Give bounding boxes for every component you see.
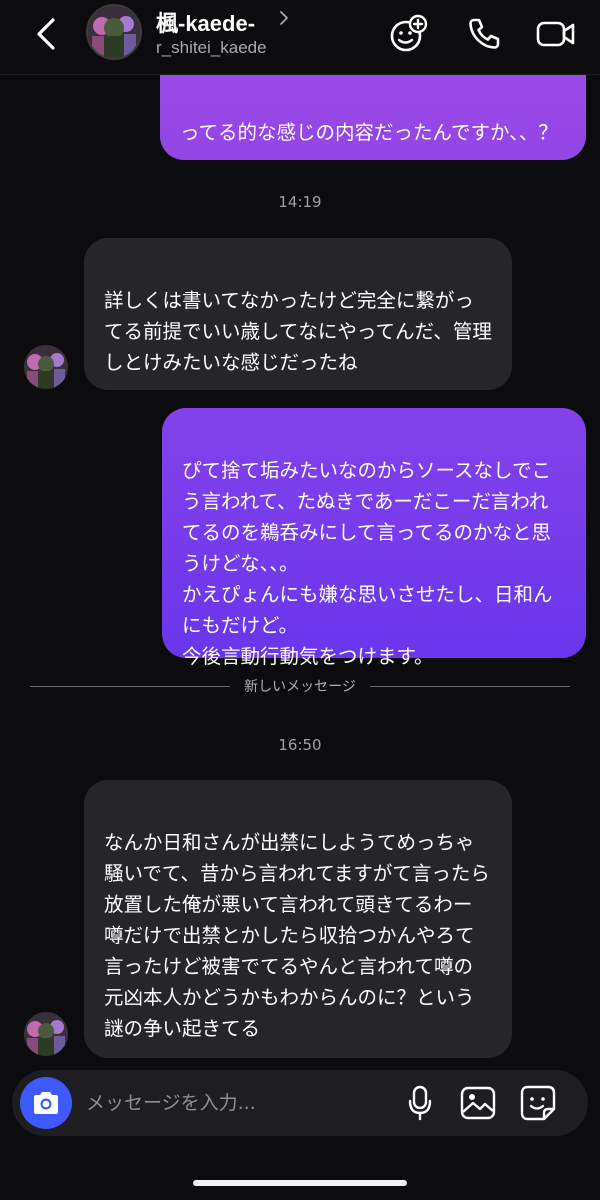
avatar-image <box>24 1012 68 1056</box>
sender-avatar[interactable] <box>24 345 68 389</box>
message-bubble-incoming[interactable]: 詳しくは書いてなかったけど完全に繋がってる前提でいい歳してなにやってんだ、管理し… <box>84 238 512 390</box>
contact-handle: r_shitei_kaede <box>156 38 267 57</box>
gallery-icon <box>460 1086 496 1120</box>
message-text: ぴて捨て垢みたいなのからソースなしでこう言われて、たぬきであーだこーだ言われてる… <box>182 459 553 668</box>
home-indicator[interactable] <box>193 1180 407 1186</box>
gallery-button[interactable] <box>458 1083 498 1123</box>
voice-message-button[interactable] <box>400 1083 440 1123</box>
timestamp: 16:50 <box>278 736 322 754</box>
divider-label: 新しいメッセージ <box>244 679 356 695</box>
avatar-image <box>24 345 68 389</box>
phone-call-button[interactable] <box>462 12 506 56</box>
message-composer <box>12 1070 588 1136</box>
divider-line <box>30 685 231 687</box>
message-text: 詳しくは書いてなかったけど完全に繋がってる前提でいい歳してなにやってんだ、管理し… <box>104 289 492 374</box>
back-chevron-icon <box>37 18 55 50</box>
sticker-icon <box>520 1085 556 1121</box>
name-chevron-icon[interactable] <box>278 10 290 26</box>
timestamp: 14:19 <box>278 193 322 211</box>
divider-line <box>369 685 571 687</box>
phone-icon <box>469 18 500 49</box>
message-input[interactable] <box>86 1088 386 1118</box>
new-messages-divider: 新しいメッセージ <box>30 674 571 698</box>
microphone-icon <box>408 1085 432 1121</box>
avatar-image <box>88 6 140 58</box>
camera-button[interactable] <box>20 1077 72 1129</box>
camera-icon <box>34 1092 58 1114</box>
effects-button[interactable] <box>386 12 430 56</box>
message-text: ってる的な感じの内容だったんですか、、？ <box>180 121 558 144</box>
effects-icon <box>390 14 428 52</box>
video-camera-icon <box>536 21 575 47</box>
message-text: なんか日和さんが出禁にしようてめっちゃ騒いでて、昔から言われてますがて言ったら放… <box>104 831 490 1040</box>
sender-avatar[interactable] <box>24 1012 68 1056</box>
back-button[interactable] <box>26 14 66 54</box>
chat-header: 楓-kaede- r_shitei_kaede <box>0 0 600 75</box>
message-bubble-outgoing[interactable]: ぴて捨て垢みたいなのからソースなしでこう言われて、たぬきであーだこーだ言われてる… <box>162 408 586 668</box>
video-call-button[interactable] <box>534 12 578 56</box>
contact-avatar[interactable] <box>86 4 142 60</box>
contact-name[interactable]: 楓-kaede- <box>156 6 255 38</box>
message-bubble-incoming[interactable]: なんか日和さんが出禁にしようてめっちゃ騒いでて、昔から言われてますがて言ったら放… <box>84 780 512 1058</box>
sticker-button[interactable] <box>518 1083 558 1123</box>
